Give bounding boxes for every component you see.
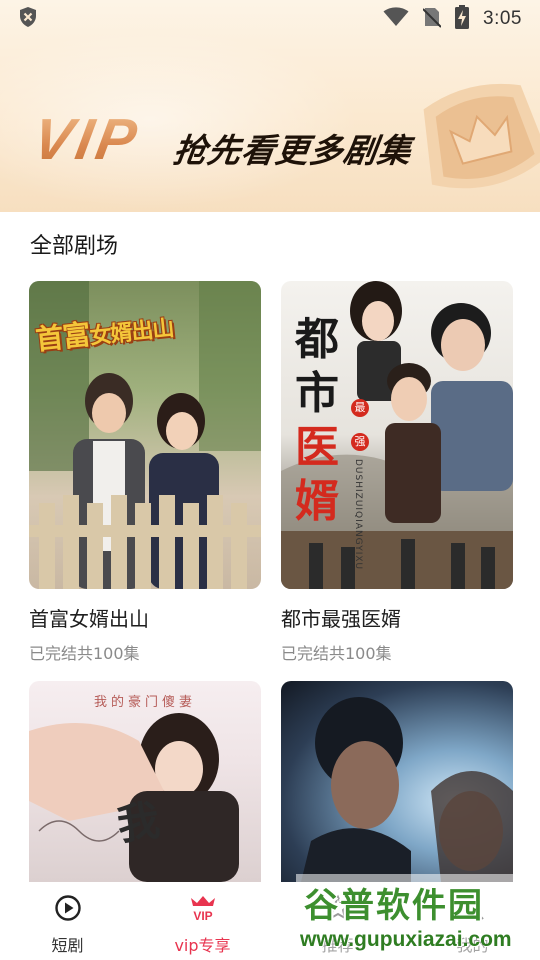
nav-label: vip专享 (174, 936, 231, 955)
section-title: 全部剧场 (30, 234, 119, 259)
hero-slogan: 抢先看更多剧集 (170, 131, 415, 170)
watermark-url: www.gupuxiazai.com (300, 928, 512, 951)
hero-vip-text: VIP (28, 107, 146, 172)
status-time: 3:05 (483, 8, 522, 29)
crown-badge-icon (408, 66, 540, 212)
cover-mark: 强 (351, 433, 369, 451)
cover-title-art: 都市 医 婿 (295, 314, 339, 527)
drama-title: 首富女婿出山 (29, 607, 149, 631)
drama-card[interactable]: 都市 医 婿 最 强 DUSHIZUIQIANGYIXU 都市最强医婿 已完结共… (281, 281, 513, 664)
play-circle-icon (54, 894, 82, 926)
drama-title: 都市最强医婿 (281, 607, 401, 631)
nav-item-short-drama[interactable]: 短剧 (0, 882, 135, 960)
svg-text:VIP: VIP (193, 909, 212, 922)
nav-item-vip[interactable]: VIP vip专享 (135, 882, 270, 960)
drama-cover[interactable]: 我的豪门傻妻 我 (29, 681, 261, 882)
site-watermark: 谷普软件园 www.gupuxiazai.com (296, 874, 540, 960)
drama-cover[interactable] (281, 681, 513, 882)
status-bar: 3:05 (0, 0, 540, 38)
drama-card[interactable] (281, 681, 513, 882)
shield-icon (18, 6, 38, 32)
drama-episode-status: 已完结共100集 (281, 644, 392, 663)
drama-card[interactable]: 首富女婿出山 首富女婿出山 已完结共100集 (29, 281, 261, 664)
vip-hero-banner: 3:05 VIP 抢先看更多剧集 (0, 0, 540, 212)
wifi-icon (383, 7, 409, 31)
nav-label: 短剧 (51, 936, 84, 955)
vip-crown-icon: VIP (188, 894, 218, 926)
watermark-text: 谷普软件园 (304, 886, 484, 926)
drama-episode-status: 已完结共100集 (29, 644, 140, 663)
cover-mark: 最 (351, 399, 369, 417)
drama-card[interactable]: 我的豪门傻妻 我 (29, 681, 261, 882)
no-sim-icon (422, 6, 442, 32)
cover-title-art: 我的豪门傻妻 (93, 695, 196, 710)
battery-charging-icon (455, 5, 470, 33)
drama-cover[interactable]: 首富女婿出山 (29, 281, 261, 589)
drama-cover[interactable]: 都市 医 婿 最 强 DUSHIZUIQIANGYIXU (281, 281, 513, 589)
cover-pinyin: DUSHIZUIQIANGYIXU (353, 459, 363, 571)
cover-big-char: 我 (114, 795, 163, 850)
all-theaters-section: 全部剧场 首富女婿出山 首富女婿出山 已完结共100集 都市 医 婿 最 强 D… (0, 212, 540, 882)
